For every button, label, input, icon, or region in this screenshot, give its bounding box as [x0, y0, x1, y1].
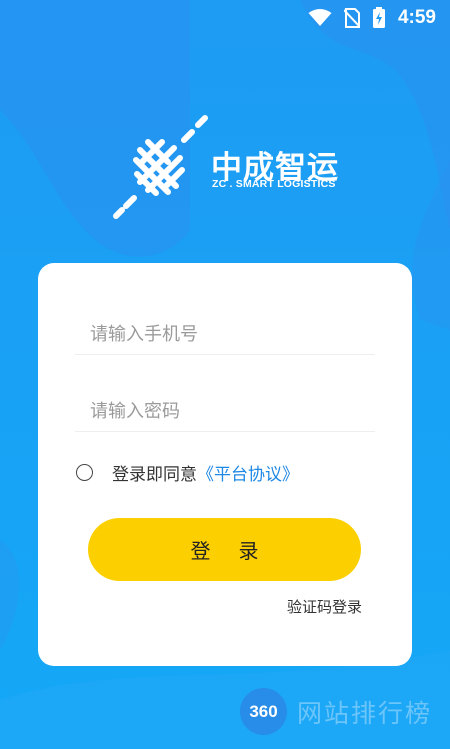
watermark: 360 网站排行榜	[240, 688, 432, 735]
agreement-row: 登录即同意 《平台协议》	[76, 460, 299, 485]
app-logo: 中成智运 ZC . SMART LOGISTICS	[110, 112, 350, 222]
status-bar: 4:59	[0, 0, 450, 36]
password-field	[75, 391, 390, 432]
password-input[interactable]	[75, 391, 390, 431]
agree-radio[interactable]	[76, 463, 93, 481]
login-button-label: 登录	[190, 539, 287, 563]
logo-title-en: ZC . SMART LOGISTICS	[212, 178, 336, 190]
watermark-text: 网站排行榜	[297, 698, 433, 728]
phone-field	[75, 314, 390, 355]
agreement-link[interactable]: 《平台协议》	[197, 460, 299, 485]
sms-login-link[interactable]: 验证码登录	[287, 596, 362, 617]
watermark-badge: 360	[240, 688, 287, 735]
agree-label: 登录即同意	[112, 464, 197, 485]
wifi-icon	[308, 9, 332, 26]
login-card: 登录即同意 《平台协议》 登录 验证码登录	[38, 263, 412, 666]
status-time: 4:59	[397, 7, 436, 28]
phone-input[interactable]	[75, 314, 390, 354]
no-sim-icon	[343, 8, 360, 28]
logo-mark-icon	[113, 115, 208, 219]
battery-icon	[372, 7, 385, 28]
login-button[interactable]: 登录	[88, 518, 361, 581]
